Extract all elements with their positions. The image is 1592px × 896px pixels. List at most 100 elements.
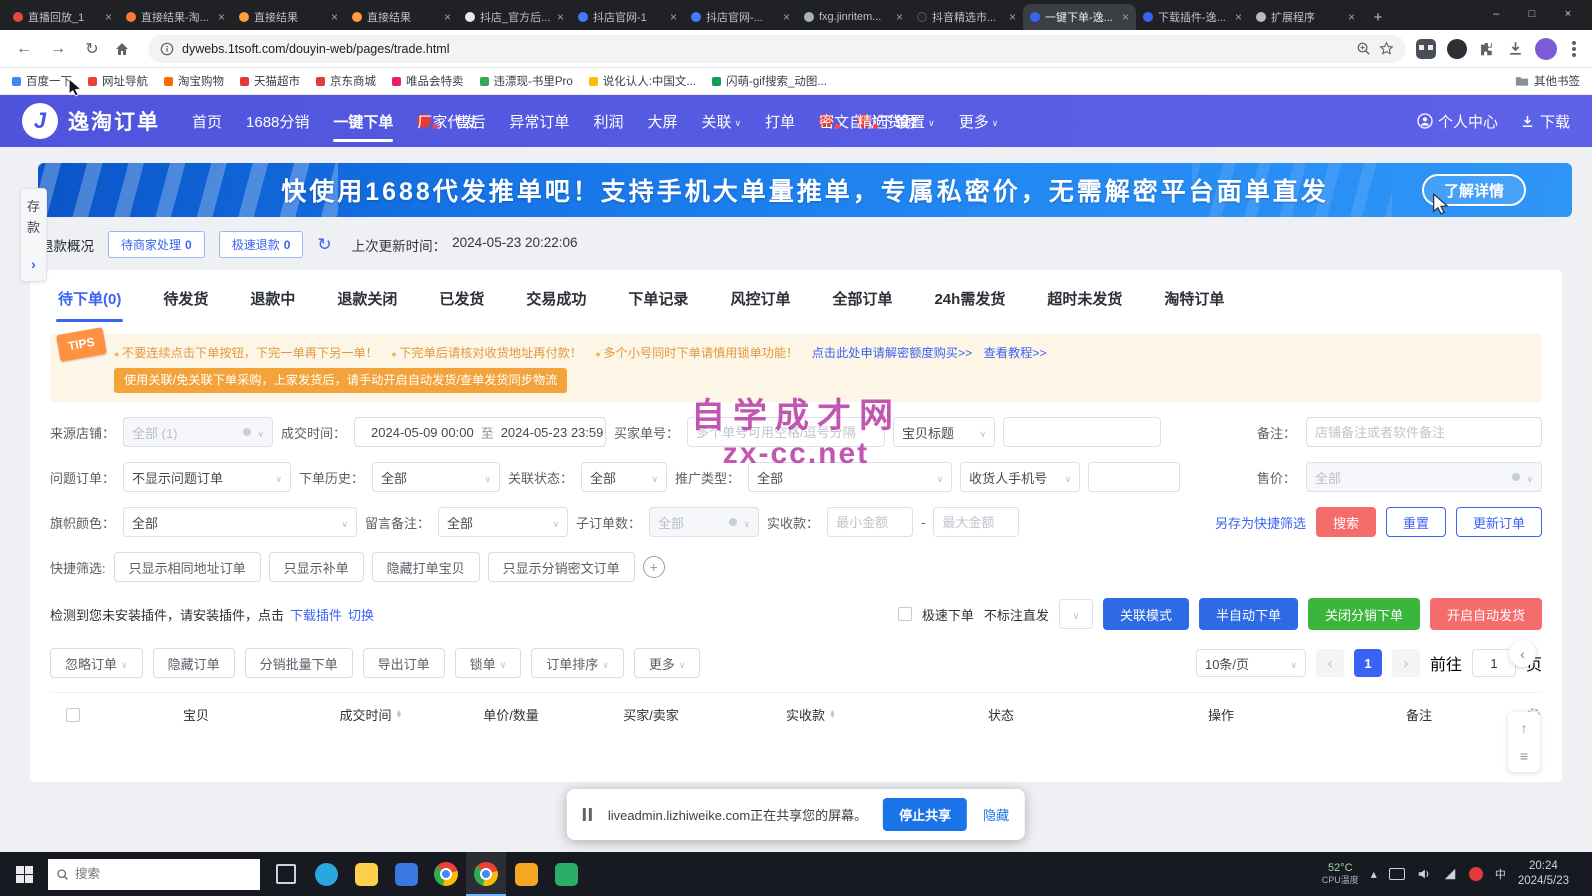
nav-item-relation[interactable]: 关联 [701,95,741,147]
flag-color-select[interactable]: 全部 [123,507,357,537]
bookmark-item[interactable]: 唯品会特卖 [392,73,464,89]
other-bookmarks[interactable]: 其他书签 [1515,73,1580,89]
start-button[interactable] [0,852,48,896]
sort-icon[interactable]: ▲▼ [396,711,403,719]
current-page[interactable]: 1 [1354,649,1382,677]
bookmark-item[interactable]: 天猫超市 [240,73,300,89]
bookmark-item[interactable]: 京东商城 [316,73,376,89]
tab-close-icon[interactable] [105,10,112,24]
switch-plugin-link[interactable]: 切换 [348,605,374,624]
ignore-orders-button[interactable]: 忽略订单 [50,648,143,678]
reload-button[interactable]: ↻ [80,39,104,59]
column-header-paid[interactable]: 实收款▲▼ [726,705,896,724]
browser-tab[interactable]: 直播回放_1 [6,4,119,30]
window-maximize-button[interactable]: □ [1514,0,1550,28]
close-distribution-button[interactable]: 关闭分销下单 [1308,598,1420,630]
hide-share-link[interactable]: 隐藏 [983,805,1009,824]
taskbar-app-icon-store[interactable] [386,852,426,896]
bookmark-item[interactable]: 说化认人:中国文... [589,73,696,89]
prev-page-button[interactable]: ‹ [1316,649,1344,677]
download-plugin-link[interactable]: 下载插件 [290,605,342,624]
bookmark-item[interactable]: 违漂现-书里Pro [480,73,573,89]
bookmark-item[interactable]: 淘宝购物 [164,73,224,89]
status-tab-refund-closed[interactable]: 退款关闭 [335,288,399,322]
window-minimize-button[interactable]: – [1478,0,1514,28]
monitor-icon[interactable] [1389,868,1405,880]
extensions-puzzle-icon[interactable] [1478,40,1496,58]
taskbar-app-icon-messenger[interactable] [306,852,346,896]
stop-share-button[interactable]: 停止共享 [883,798,967,831]
bookmark-item[interactable]: 闪萌-gif搜索_动图... [712,73,827,89]
home-button[interactable] [114,41,138,57]
refresh-icon[interactable] [317,235,331,255]
tab-close-icon[interactable] [1009,10,1016,24]
keyword-input[interactable] [1003,417,1161,447]
taskbar-app-icon-wechat[interactable] [546,852,586,896]
taskbar-app-icon-chrome-active[interactable] [466,852,506,896]
suborder-count-select[interactable]: 全部 [649,507,759,537]
nav-item-aftersale[interactable]: 售后 [455,95,485,147]
browser-tab[interactable]: 直接结果-淘... [119,4,232,30]
network-icon[interactable] [1443,867,1457,881]
sort-orders-button[interactable]: 订单排序 [531,648,624,678]
browser-tab[interactable]: 抖店官网-1 [571,4,684,30]
semi-auto-order-button[interactable]: 半自动下单 [1199,598,1298,630]
relation-status-select[interactable]: 全部 [581,462,667,492]
forward-button[interactable]: → [46,40,70,58]
nav-item-abnormal-orders[interactable]: 异常订单 [509,95,569,147]
taskbar-app-icon-chrome[interactable] [426,852,466,896]
nav-item-profit[interactable]: 利润 [593,95,623,147]
deal-time-range[interactable]: 2024-05-09 00:00至2024-05-23 23:59 [354,417,606,447]
bookmark-star-icon[interactable] [1379,41,1394,56]
update-orders-button[interactable]: 更新订单 [1456,507,1542,537]
tray-expand-icon[interactable] [1371,867,1377,881]
tab-close-icon[interactable] [218,10,225,24]
taskbar-app-icon-files[interactable] [506,852,546,896]
nav-item-one-click-order[interactable]: 一键下单 [333,95,393,147]
status-tab-risk-control[interactable]: 风控订单 [728,288,792,322]
browser-tab[interactable]: 抖店_官方后... [458,4,571,30]
select-all-checkbox[interactable] [66,708,80,722]
nav-item-selected-goods[interactable]: 精选货源 [857,114,871,128]
back-to-top-button[interactable]: ↑ [1521,720,1528,736]
zoom-icon[interactable] [1356,41,1371,56]
tray-notification-icon[interactable] [1469,867,1483,881]
tab-close-icon[interactable] [670,10,677,24]
bookmark-item[interactable]: 百度一下 [12,73,72,89]
browser-tab[interactable]: 下载插件-逸... [1136,4,1249,30]
app-logo[interactable]: J [22,103,58,139]
phone-type-select[interactable]: 收货人手机号 [960,462,1080,492]
browser-tab[interactable]: 扩展程序 [1249,4,1362,30]
batch-distribution-order-button[interactable]: 分销批量下单 [245,648,353,678]
nav-item-more[interactable]: 更多 [959,95,999,147]
cpu-temp-widget[interactable]: 52°CCPU温度 [1322,862,1359,887]
browser-menu-icon[interactable] [1572,47,1576,51]
ime-indicator[interactable]: 中 [1495,866,1506,882]
browser-tab[interactable]: 抖音精选市... [910,4,1023,30]
tab-close-icon[interactable] [1235,10,1242,24]
back-button[interactable]: ← [12,40,36,58]
order-history-select[interactable]: 全部 [372,462,500,492]
status-tab-shipped[interactable]: 已发货 [437,288,486,322]
new-tab-button[interactable]: + [1366,5,1390,29]
phone-input[interactable] [1088,462,1180,492]
pending-merchant-badge[interactable]: 待商家处理0 [108,231,205,258]
address-bar[interactable]: dywebs.1tsoft.com/douyin-web/pages/trade… [148,35,1406,63]
profile-avatar[interactable] [1535,38,1557,60]
task-view-icon[interactable] [266,852,306,896]
fast-refund-badge[interactable]: 极速退款0 [219,231,304,258]
bookmark-item[interactable]: 网址导航 [88,73,148,89]
nav-item-big-screen[interactable]: 大屏 [647,95,677,147]
side-collapse-panel[interactable]: 存 款 › [20,188,47,282]
quick-filter-chip-same-address[interactable]: 只显示相同地址订单 [114,552,261,582]
paid-max-input[interactable] [933,507,1019,537]
status-tab-pending-order[interactable]: 待下单(0) [56,288,123,322]
nav-item-home[interactable]: 首页 [192,95,222,147]
promo-type-select[interactable]: 全部 [748,462,952,492]
taskbar-app-icon-explorer[interactable] [346,852,386,896]
relation-mode-button[interactable]: 关联模式 [1103,598,1189,630]
taskbar-search-input[interactable] [75,867,225,881]
status-tab-to-ship[interactable]: 待发货 [161,288,210,322]
volume-icon[interactable] [1417,867,1431,881]
direct-ship-select[interactable] [1059,599,1093,629]
